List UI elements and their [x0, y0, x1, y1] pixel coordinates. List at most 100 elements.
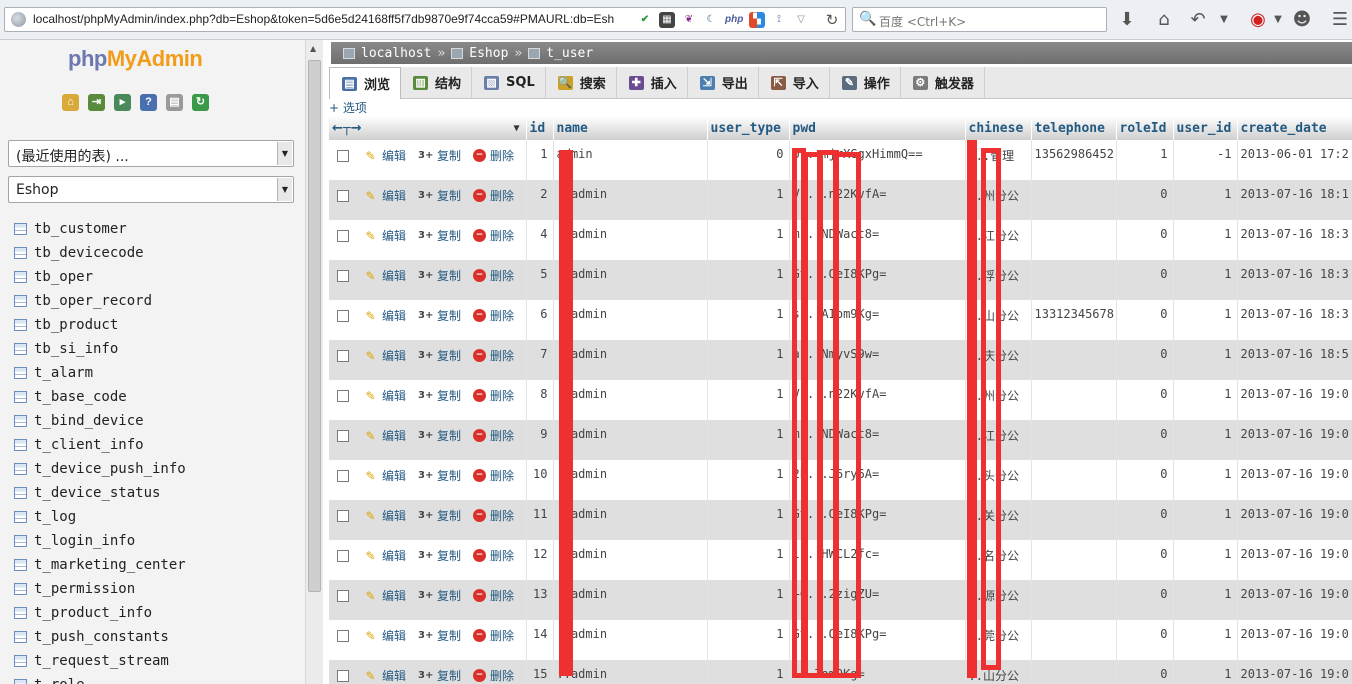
- qr-icon[interactable]: ▦: [659, 12, 675, 28]
- docs-icon[interactable]: ▤: [166, 94, 183, 111]
- delete-icon[interactable]: −: [473, 309, 487, 322]
- cell-telephone[interactable]: [1031, 540, 1117, 580]
- tab-insert[interactable]: ✚ 插入: [617, 67, 688, 98]
- cell-pwd[interactable]: +C...2zigZU=: [789, 580, 966, 620]
- table-list-item[interactable]: t_base_code: [14, 385, 304, 409]
- pencil-icon[interactable]: ✎: [363, 629, 378, 643]
- table-icon[interactable]: [14, 583, 27, 595]
- column-header[interactable]: id: [526, 116, 554, 140]
- cell-roleId[interactable]: 0: [1116, 500, 1174, 540]
- table-name[interactable]: t_client_info: [34, 437, 144, 453]
- sql-query-icon[interactable]: ▸: [114, 94, 131, 111]
- site-identity-icon[interactable]: [11, 12, 26, 27]
- cell-user_type[interactable]: 1: [707, 220, 790, 260]
- row-checkbox[interactable]: [337, 389, 349, 402]
- edit-link[interactable]: 编辑: [382, 627, 406, 644]
- table-icon[interactable]: [14, 295, 27, 307]
- pencil-icon[interactable]: ✎: [363, 389, 378, 403]
- copy-link[interactable]: 复制: [437, 507, 461, 524]
- row-checkbox[interactable]: [337, 629, 349, 642]
- copy-link[interactable]: 复制: [437, 387, 461, 404]
- cell-telephone[interactable]: [1031, 620, 1117, 660]
- copy-icon[interactable]: 3+: [418, 549, 433, 563]
- copy-link[interactable]: 复制: [437, 267, 461, 284]
- cell-user_type[interactable]: 1: [707, 620, 790, 660]
- delete-link[interactable]: 删除: [490, 347, 514, 364]
- table-name[interactable]: tb_si_info: [34, 341, 118, 357]
- cell-roleId[interactable]: 0: [1116, 180, 1174, 220]
- cell-id[interactable]: 14: [526, 620, 554, 660]
- copy-link[interactable]: 复制: [437, 147, 461, 164]
- copy-link[interactable]: 复制: [437, 667, 461, 684]
- row-checkbox[interactable]: [337, 509, 349, 522]
- cell-pwd[interactable]: ...Iom9Kg=: [789, 660, 966, 684]
- column-header[interactable]: roleId: [1116, 116, 1174, 140]
- cell-pwd[interactable]: Gt...QeI8KPg=: [789, 620, 966, 660]
- table-name[interactable]: tb_oper_record: [34, 293, 152, 309]
- copy-icon[interactable]: 3+: [418, 629, 433, 643]
- table-list-item[interactable]: tb_oper_record: [14, 289, 304, 313]
- cell-name[interactable]: ..admin: [553, 540, 708, 580]
- cell-user_id[interactable]: 1: [1173, 460, 1238, 500]
- table-list-item[interactable]: t_role: [14, 673, 304, 684]
- breadcrumb-database[interactable]: Eshop: [469, 46, 508, 61]
- column-header[interactable]: user_type: [707, 116, 790, 140]
- row-checkbox[interactable]: [337, 589, 349, 602]
- cell-telephone[interactable]: [1031, 460, 1117, 500]
- home-icon[interactable]: ⌂: [62, 94, 79, 111]
- cell-chinese[interactable]: ..山分公: [965, 660, 1032, 684]
- cell-user_type[interactable]: 1: [707, 460, 790, 500]
- cell-roleId[interactable]: 0: [1116, 380, 1174, 420]
- cell-chinese[interactable]: ..莞分公: [965, 620, 1032, 660]
- cell-telephone[interactable]: [1031, 180, 1117, 220]
- cell-name[interactable]: ..admin: [553, 220, 708, 260]
- pencil-icon[interactable]: ✎: [363, 269, 378, 283]
- cell-pwd[interactable]: U...mjrXGgxHimmQ==: [789, 140, 966, 180]
- table-icon[interactable]: [14, 631, 27, 643]
- cell-telephone[interactable]: [1031, 220, 1117, 260]
- help-icon[interactable]: ?: [140, 94, 157, 111]
- copy-icon[interactable]: 3+: [418, 669, 433, 683]
- table-icon[interactable]: [14, 271, 27, 283]
- cell-user_id[interactable]: 1: [1173, 260, 1238, 300]
- copy-icon[interactable]: 3+: [418, 469, 433, 483]
- cell-create_date[interactable]: 2013-07-16 19:0: [1237, 420, 1352, 460]
- cell-user_type[interactable]: 1: [707, 660, 790, 684]
- cell-name[interactable]: ..admin: [553, 500, 708, 540]
- back-icon[interactable]: ↶: [1186, 8, 1210, 32]
- dropdown-icon[interactable]: ▽: [793, 12, 809, 28]
- options-link[interactable]: + 选项: [329, 99, 367, 116]
- cell-id[interactable]: 13: [526, 580, 554, 620]
- cell-telephone[interactable]: [1031, 500, 1117, 540]
- cell-create_date[interactable]: 2013-07-16 19:0: [1237, 620, 1352, 660]
- cell-roleId[interactable]: 0: [1116, 420, 1174, 460]
- table-list-item[interactable]: t_permission: [14, 577, 304, 601]
- exit-icon[interactable]: ⇥: [88, 94, 105, 111]
- table-list-item[interactable]: t_login_info: [14, 529, 304, 553]
- column-header[interactable]: name: [553, 116, 708, 140]
- table-list-item[interactable]: t_device_push_info: [14, 457, 304, 481]
- cell-chinese[interactable]: ..头分公: [965, 460, 1032, 500]
- cell-chinese[interactable]: ..江分公: [965, 420, 1032, 460]
- cell-user_type[interactable]: 1: [707, 380, 790, 420]
- edit-link[interactable]: 编辑: [382, 587, 406, 604]
- search-bar[interactable]: 🔍 百度 <Ctrl+K>: [852, 7, 1107, 32]
- column-header[interactable]: pwd: [789, 116, 966, 140]
- cell-id[interactable]: 1: [526, 140, 554, 180]
- cell-id[interactable]: 7: [526, 340, 554, 380]
- cell-id[interactable]: 11: [526, 500, 554, 540]
- delete-link[interactable]: 删除: [490, 427, 514, 444]
- copy-icon[interactable]: 3+: [418, 429, 433, 443]
- cell-pwd[interactable]: VF...n22KvfA=: [789, 180, 966, 220]
- moon-icon[interactable]: ☾: [703, 12, 719, 28]
- delete-icon[interactable]: −: [473, 149, 487, 162]
- cell-pwd[interactable]: l...HWCL2fc=: [789, 540, 966, 580]
- cell-id[interactable]: 15: [526, 660, 554, 684]
- cell-create_date[interactable]: 2013-07-16 19:0: [1237, 580, 1352, 620]
- table-name[interactable]: t_permission: [34, 581, 135, 597]
- pencil-icon[interactable]: ✎: [363, 669, 378, 683]
- table-list-item[interactable]: tb_product: [14, 313, 304, 337]
- cell-user_type[interactable]: 1: [707, 300, 790, 340]
- table-icon[interactable]: [14, 319, 27, 331]
- table-name[interactable]: t_bind_device: [34, 413, 144, 429]
